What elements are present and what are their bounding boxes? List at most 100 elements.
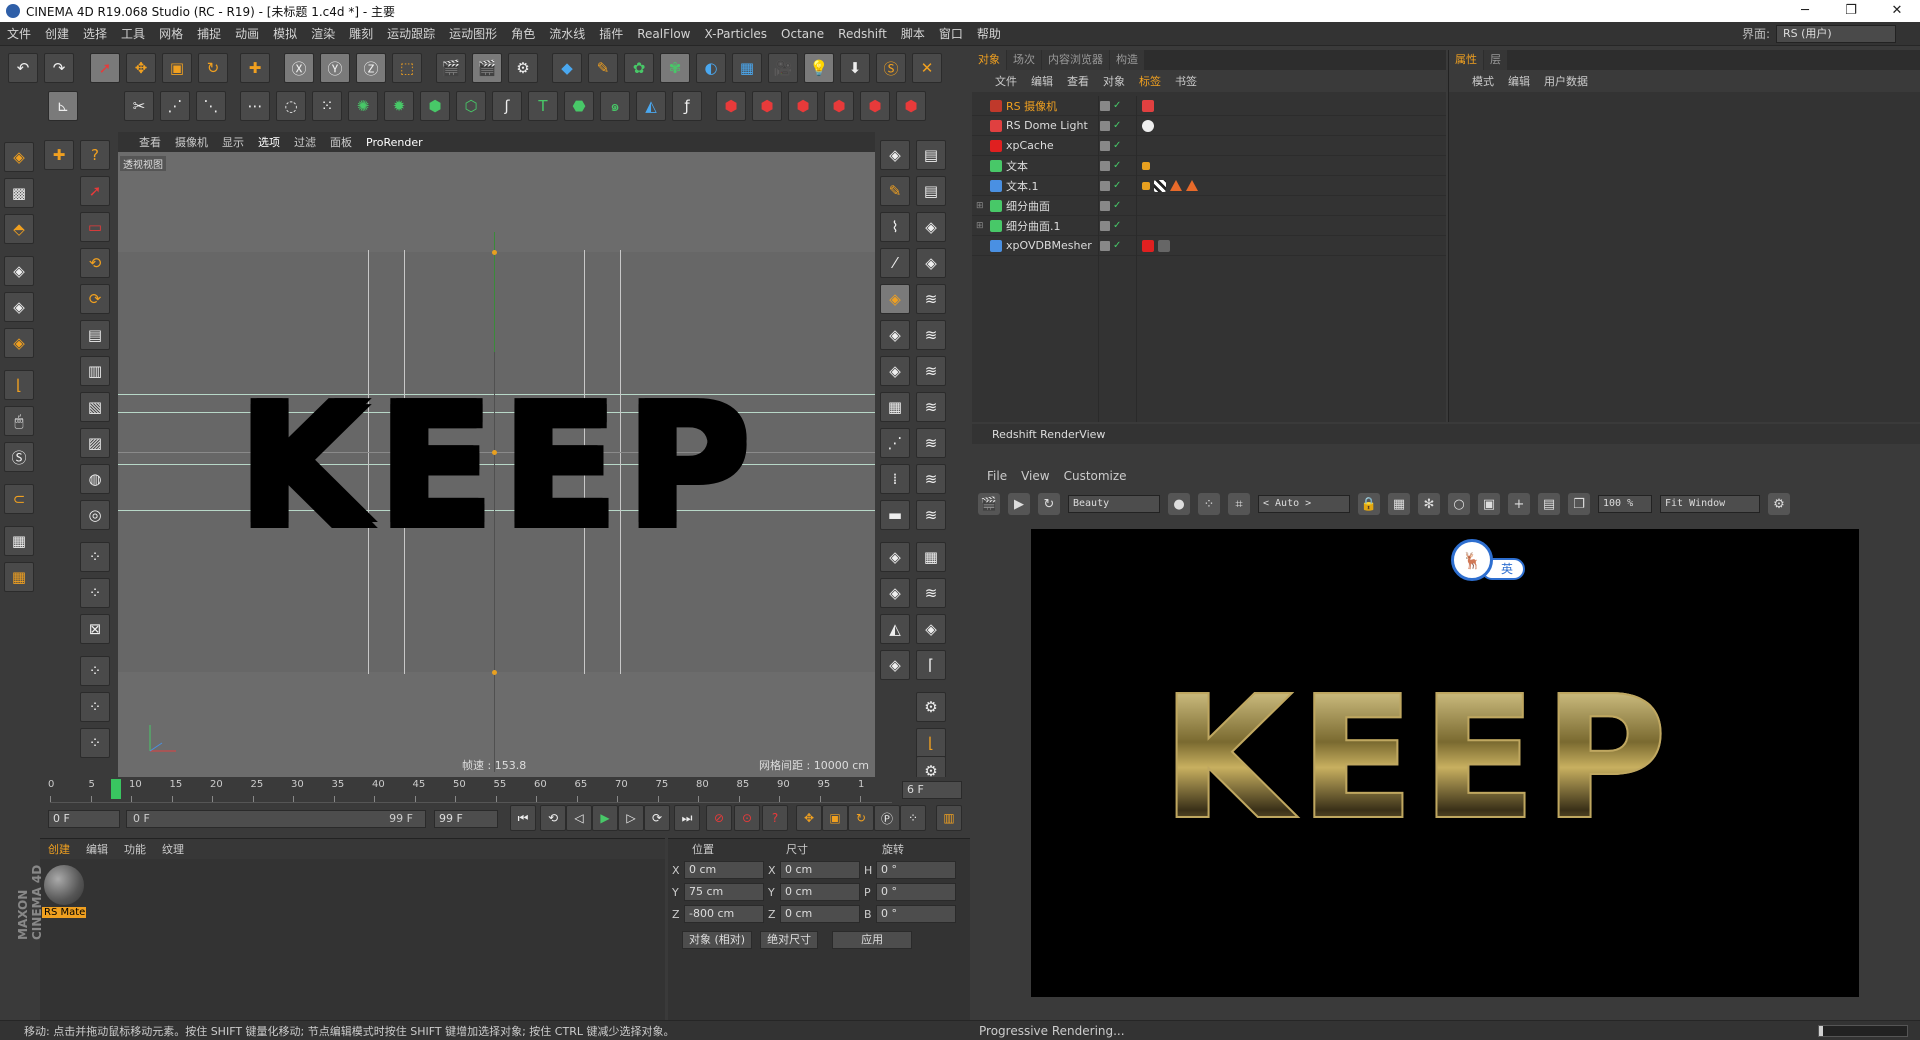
smooth-shift-icon[interactable]: ◍ — [80, 464, 110, 494]
attribute-menu-item-0[interactable]: 模式 — [1465, 73, 1501, 89]
rt-knife-icon[interactable]: ⁄ — [880, 248, 910, 278]
phong-tag-icon[interactable] — [1170, 180, 1182, 191]
grid-view-icon[interactable]: ▦ — [1388, 493, 1410, 515]
menu-item-4[interactable]: 网格 — [152, 22, 190, 46]
attribute-tab-1[interactable]: 层 — [1484, 50, 1507, 70]
coordinate-system-icon[interactable]: ⬚ — [392, 53, 422, 83]
rt-layers-icon-6[interactable]: ≋ — [916, 464, 946, 494]
rt-layers-icon-3[interactable]: ≋ — [916, 356, 946, 386]
size-field[interactable]: 0 cm — [780, 905, 860, 923]
viewport-menu-item-5[interactable]: 面板 — [323, 134, 359, 150]
z-axis-lock-icon[interactable]: Ⓩ — [356, 53, 386, 83]
rv-refresh-icon[interactable]: ↻ — [1038, 493, 1060, 515]
minimize-button[interactable]: ─ — [1782, 0, 1828, 22]
fit-window-select[interactable]: Fit Window — [1660, 495, 1760, 513]
key-scale-icon[interactable]: ▣ — [822, 805, 848, 831]
rt-tool-icon-7[interactable]: ◭ — [880, 614, 910, 644]
rt-tool-icon-5[interactable]: ⁞ — [880, 464, 910, 494]
clapper-icon[interactable]: 🎬 — [978, 493, 1000, 515]
menu-item-21[interactable]: 帮助 — [970, 22, 1008, 46]
snowflake-icon[interactable]: ✻ — [1418, 493, 1440, 515]
maximize-button[interactable]: ❐ — [1828, 0, 1874, 22]
size-field[interactable]: 0 cm — [780, 883, 860, 901]
phong-tag-icon[interactable] — [1186, 180, 1198, 191]
rt-stack-icon-1[interactable]: ▤ — [916, 140, 946, 170]
magnet-icon[interactable]: ⊂ — [4, 484, 34, 514]
enabled-check-icon[interactable]: ✓ — [1113, 220, 1121, 231]
render-image[interactable]: KEEP 英 🦌 — [1031, 529, 1859, 997]
menu-item-7[interactable]: 模拟 — [266, 22, 304, 46]
layer-swatch[interactable] — [1100, 220, 1110, 231]
object-row[interactable]: 文本.1 ✓ — [972, 176, 1446, 196]
rs-render-icon[interactable]: ⬢ — [716, 91, 746, 121]
rotate-tool-icon[interactable]: ↻ — [198, 53, 228, 83]
rt-grid-icon-2[interactable]: ▦ — [916, 542, 946, 572]
polygons-icon[interactable]: ⁙ — [312, 91, 342, 121]
size-mode-select[interactable]: 绝对尺寸 — [760, 931, 819, 949]
snap-icon[interactable]: Ⓢ — [4, 442, 34, 472]
inner-extrude-icon[interactable]: ▧ — [80, 392, 110, 422]
menu-item-3[interactable]: 工具 — [114, 22, 152, 46]
texture-mode-icon[interactable]: ▩ — [4, 178, 34, 208]
renderview-menu-item-0[interactable]: File — [980, 469, 1014, 483]
deformer-icon[interactable]: ◐ — [696, 53, 726, 83]
edges-icon[interactable]: ◌ — [276, 91, 306, 121]
coord-mode-select[interactable]: 对象 (相对) — [682, 931, 753, 949]
autokey-icon[interactable]: ⊙ — [734, 805, 760, 831]
s-plugin-icon[interactable]: Ⓢ — [876, 53, 906, 83]
play-icon[interactable]: ▶ — [592, 805, 618, 831]
pen-icon[interactable]: ✎ — [588, 53, 618, 83]
xparticles-icon[interactable]: ✕ — [912, 53, 942, 83]
fx-icon[interactable]: ƒ — [672, 91, 702, 121]
object-tab-0[interactable]: 对象 — [972, 50, 1006, 70]
rt-axis-icon[interactable]: ⌊ — [916, 728, 946, 758]
lock-icon[interactable]: 🔒 — [1358, 493, 1380, 515]
rt-tool-icon-3[interactable]: ⌇ — [880, 212, 910, 242]
rt-tool-icon-6[interactable]: ▬ — [880, 500, 910, 530]
rv-dots-icon[interactable]: ⁘ — [1198, 493, 1220, 515]
rt-layers-icon-4[interactable]: ≋ — [916, 392, 946, 422]
rt-cube-icon-4[interactable]: ◈ — [880, 320, 910, 350]
close-button[interactable]: ✕ — [1874, 0, 1920, 22]
rotation-field[interactable]: 0 ° — [876, 905, 956, 923]
matrix-extrude-icon[interactable]: ▨ — [80, 428, 110, 458]
y-axis-lock-icon[interactable]: Ⓨ — [320, 53, 350, 83]
model-mode-icon[interactable]: ◈ — [4, 142, 34, 172]
enabled-check-icon[interactable]: ✓ — [1113, 200, 1121, 211]
object-menu-item-5[interactable]: 书签 — [1168, 73, 1204, 89]
enabled-check-icon[interactable]: ✓ — [1113, 120, 1121, 131]
viewport-menu-item-6[interactable]: ProRender — [359, 136, 430, 149]
menu-item-5[interactable]: 捕捉 — [190, 22, 228, 46]
menu-item-1[interactable]: 创建 — [38, 22, 76, 46]
record-icon[interactable]: ⊘ — [706, 805, 732, 831]
keyframe-selection-icon[interactable]: ? — [762, 805, 788, 831]
rect-select-icon[interactable]: ▭ — [80, 212, 110, 242]
polygons-mode-icon[interactable]: ◈ — [4, 328, 34, 358]
material-swatch[interactable]: RS Mate — [42, 865, 86, 925]
material-tag-icon[interactable] — [1158, 239, 1170, 252]
xp-cache-tag-icon[interactable] — [1142, 239, 1154, 252]
material-menu-item-1[interactable]: 编辑 — [78, 841, 116, 857]
select-tool-icon[interactable]: ➚ — [90, 53, 120, 83]
playhead[interactable] — [111, 779, 121, 799]
enabled-check-icon[interactable]: ✓ — [1113, 140, 1121, 151]
extrude-icon[interactable]: ⬣ — [564, 91, 594, 121]
viewport-menu-item-2[interactable]: 显示 — [215, 134, 251, 150]
renderview-menu-item-1[interactable]: View — [1014, 469, 1056, 483]
xp-system-icon[interactable]: ✹ — [384, 91, 414, 121]
object-row[interactable]: ⊞ 细分曲面 ✓ — [972, 196, 1446, 216]
sweep-icon[interactable]: ๑ — [600, 91, 630, 121]
object-menu-item-1[interactable]: 编辑 — [1024, 73, 1060, 89]
ime-badge[interactable]: 英 🦌 — [1451, 539, 1541, 581]
layer-swatch[interactable] — [1100, 200, 1110, 211]
axis-mode-icon[interactable]: ⌊ — [4, 370, 34, 400]
xp-emitter-icon[interactable]: ✺ — [348, 91, 378, 121]
attribute-menu-item-2[interactable]: 用户数据 — [1537, 73, 1595, 89]
rt-tool-icon-9[interactable]: ⚙ — [916, 692, 946, 722]
enabled-check-icon[interactable]: ✓ — [1113, 100, 1121, 111]
rt-layers-icon-2[interactable]: ≋ — [916, 320, 946, 350]
perspective-viewport[interactable]: KEEP 透视视图 帧速 : 153.8 网格间距 : 10000 cm — [118, 152, 875, 777]
rs-sun-icon[interactable]: ⬢ — [860, 91, 890, 121]
xp-tag-icon[interactable] — [1142, 161, 1150, 170]
rotation-field[interactable]: 0 ° — [876, 883, 956, 901]
